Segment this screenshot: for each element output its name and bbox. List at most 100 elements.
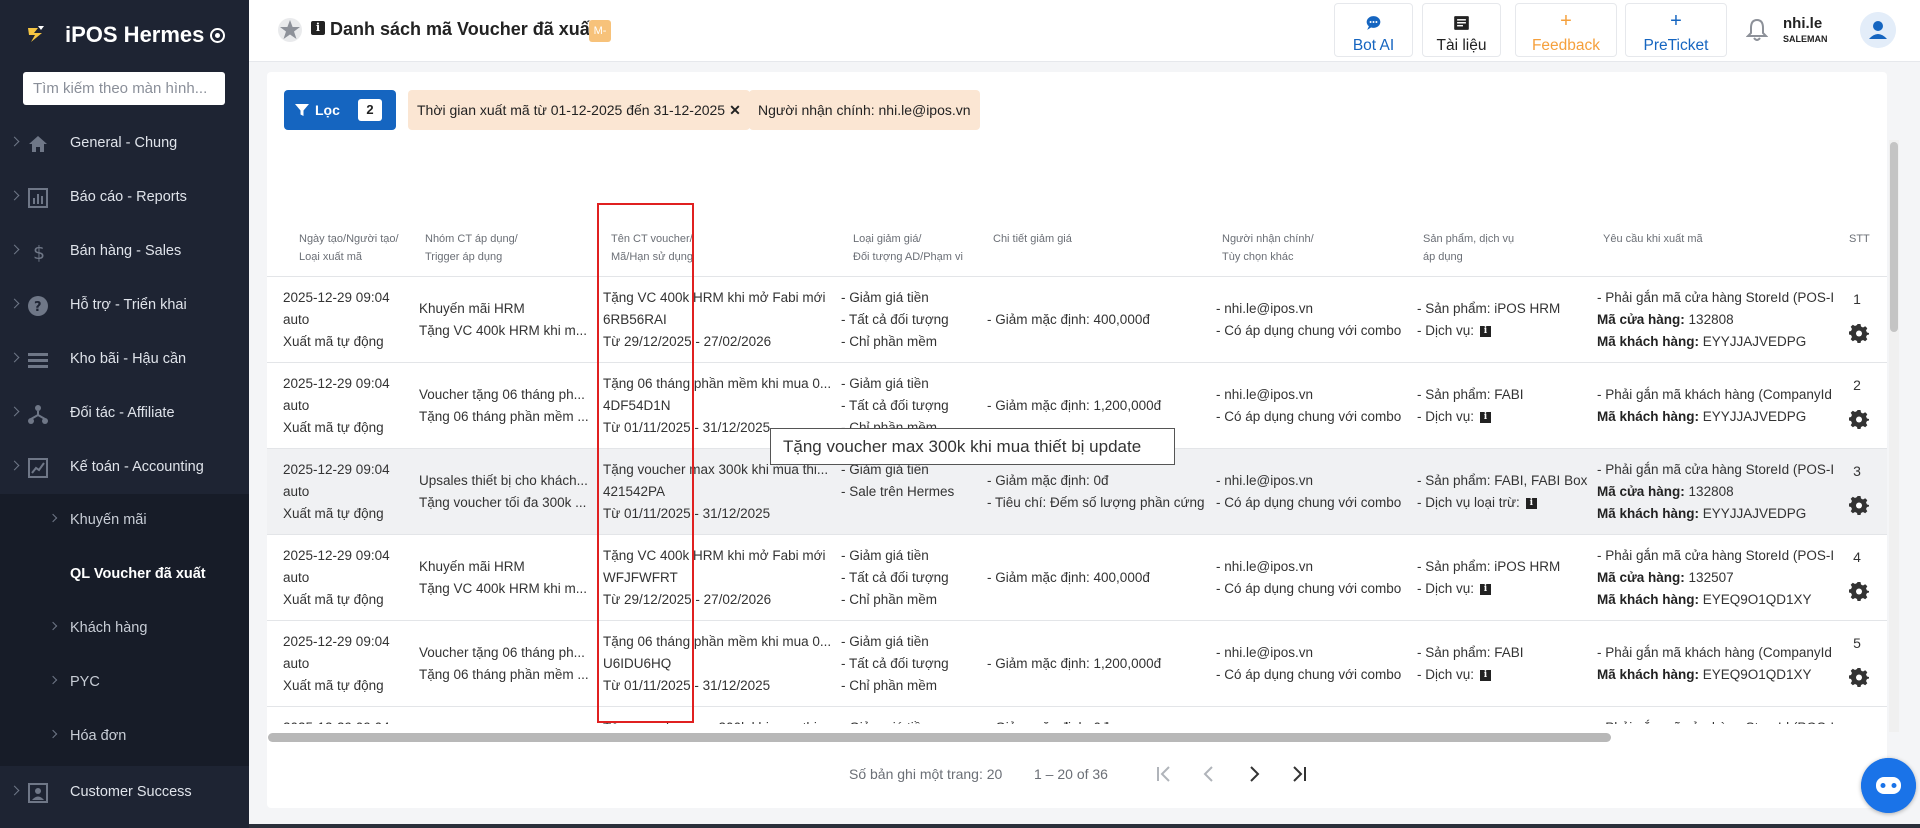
scrollbar-thumb[interactable] — [1890, 142, 1898, 332]
chevron-right-icon — [9, 190, 20, 201]
sidebar-subitem-customers[interactable]: Khách hàng — [0, 602, 249, 656]
cell-value: EYYJJAJVEDPG — [1699, 409, 1807, 424]
chevron-right-icon — [48, 675, 58, 685]
sidebar-subitem-pyc[interactable]: PYC — [0, 656, 249, 710]
table-row[interactable]: 2025-12-29 09:04autoXuất mã tự độngUpsal… — [267, 706, 1887, 724]
cell-value: - Phải gắn mã cửa hàng StoreId (POS-I — [1597, 548, 1835, 563]
sidebar-item-support[interactable]: ? Hỗ trợ - Triển khai — [0, 279, 249, 333]
cell-line: Tặng VC 400k HRM khi mở Fabi mới — [603, 290, 826, 305]
first-page-icon[interactable] — [1153, 763, 1175, 785]
vertical-scrollbar[interactable] — [1889, 140, 1899, 732]
table-cell: Voucher tặng 06 tháng ph... Tặng 06 tháng… — [419, 642, 594, 686]
target-icon[interactable] — [210, 28, 225, 43]
page-title: Danh sách mã Voucher đã xuất — [330, 19, 596, 39]
table-cell[interactable]: Tặng voucher max 300k khi mua thi... 4215… — [603, 459, 835, 525]
info-icon[interactable]: i — [1480, 325, 1492, 337]
gear-icon[interactable] — [1849, 409, 1869, 429]
table-cell: - Giảm giá tiền - Tất cả đối tượng - Chỉ p… — [841, 287, 981, 353]
book-icon — [1454, 16, 1469, 30]
cell-line: Mã khách hàng: EYEQ9O1QD1XY — [1597, 589, 1837, 611]
table-cell: - Giảm giá tiền - Tất cả đối tượng - Chỉ p… — [841, 631, 981, 697]
sidebar-item-customer-success[interactable]: Customer Success — [0, 766, 249, 820]
preticket-button[interactable]: + PreTicket — [1625, 3, 1727, 57]
sidebar-item-affiliate[interactable]: Đối tác - Affiliate — [0, 387, 249, 441]
chatbot-fab-icon[interactable] — [1861, 758, 1916, 813]
cell-line: Khuyến mãi HRM — [419, 301, 525, 316]
table-cell: - nhi.le@ipos.vn - Có áp dụng chung với c… — [1216, 298, 1411, 342]
horizontal-scrollbar[interactable] — [268, 732, 1888, 742]
table-cell[interactable]: Tặng VC 400k HRM khi mở Fabi mới 6RB56RAI… — [603, 287, 835, 353]
cell-line: Mã cửa hàng: 132808 — [1597, 309, 1837, 331]
gear-icon[interactable] — [1849, 581, 1869, 601]
info-icon[interactable]: i — [1480, 583, 1492, 595]
info-icon[interactable]: i — [311, 21, 325, 35]
sidebar-item-sales[interactable]: $ Bán hàng - Sales — [0, 225, 249, 279]
cell-label: Mã khách hàng: — [1597, 409, 1700, 424]
table-row[interactable]: 2025-12-29 09:04 auto Xuất mã tự động Vouch… — [267, 620, 1887, 706]
column-header: Nhóm CT áp dụng/ Trigger áp dụng — [425, 233, 518, 263]
cell-line: Xuất mã tự động — [283, 592, 384, 607]
table-cell[interactable]: Tặng voucher max 300k khi mua thi...TXJ7… — [603, 717, 835, 724]
user-name[interactable]: nhi.le — [1783, 15, 1822, 32]
cell-line: - Giảm giá tiền — [841, 717, 981, 724]
scrollbar-thumb[interactable] — [268, 733, 1611, 742]
cell-line: WFJFWFRT — [603, 570, 678, 585]
cell-line: auto — [283, 484, 310, 499]
info-icon[interactable]: i — [1480, 669, 1492, 681]
rows-per-page-label: Số bản ghi một trang: 20 — [849, 766, 1003, 782]
last-page-icon[interactable] — [1288, 763, 1310, 785]
svg-text:?: ? — [34, 300, 42, 315]
chat-bubble-icon — [1366, 16, 1381, 30]
brand[interactable]: iPOS Hermes — [0, 0, 249, 70]
gear-icon[interactable] — [1849, 323, 1869, 343]
row-index: 4 — [1853, 549, 1861, 565]
sidebar-item-accounting[interactable]: Kế toán - Accounting — [0, 441, 249, 495]
filter-chip-date[interactable]: Thời gian xuất mã từ 01-12-2025 đến 31-1… — [408, 90, 750, 130]
gear-icon[interactable] — [1849, 667, 1869, 687]
feedback-label: Feedback — [1531, 37, 1601, 54]
cell-line: - Có áp dụng chung với combo — [1216, 495, 1402, 510]
filter-button[interactable]: Lọc 2 — [284, 90, 396, 130]
filter-label: Lọc — [315, 102, 340, 118]
cell-value: - Phải gắn mã khách hàng (CompanyId — [1597, 645, 1832, 660]
filter-chip-recipient[interactable]: Người nhận chính: nhi.le@ipos.vn — [749, 90, 980, 130]
cell-line: - Sản phẩm: FABI — [1417, 387, 1524, 402]
cell-line: 2025-12-29 09:04 — [283, 548, 390, 563]
plus-icon: + — [1670, 10, 1682, 32]
table-cell[interactable]: Tặng 06 tháng phần mềm khi mua 0... U6IDU… — [603, 631, 835, 697]
table-cell: - Giảm giá tiền - Tất cả đối tượng - Chỉ p… — [841, 545, 981, 611]
sidebar-subitem-invoices[interactable]: Hóa đơn — [0, 710, 249, 764]
gear-icon[interactable] — [1849, 495, 1869, 515]
table-row[interactable]: 2025-12-29 09:04 auto Xuất mã tự động Khuyế… — [267, 534, 1887, 620]
docs-button[interactable]: Tài liệu — [1422, 3, 1501, 57]
feedback-button[interactable]: + Feedback — [1515, 3, 1617, 57]
sidebar-subitem-voucher-issued[interactable]: QL Voucher đã xuất — [0, 548, 249, 602]
cell-value: 132507 — [1684, 570, 1734, 585]
cell-line: U6IDU6HQ — [603, 656, 672, 671]
prev-page-icon[interactable] — [1198, 763, 1220, 785]
sidebar-search-input[interactable] — [23, 72, 225, 105]
bot-ai-button[interactable]: Bot AI — [1334, 3, 1413, 57]
info-icon[interactable]: i — [1480, 411, 1492, 423]
sidebar-item-general[interactable]: General - Chung — [0, 117, 249, 171]
sidebar-subitem-label: Khách hàng — [70, 620, 148, 636]
avatar-icon[interactable] — [1860, 12, 1896, 48]
table-cell[interactable]: Tặng VC 400k HRM khi mở Fabi mới WFJFWFRT… — [603, 545, 835, 611]
table-cell: - nhi.le@ipos.vn - Có áp dụng chung với c… — [1216, 556, 1411, 600]
cell-line: - Giảm mặc định: 400,000đ — [987, 312, 1150, 327]
cell-line: Từ 01/11/2025 - 31/12/2025 — [603, 506, 771, 521]
chevron-right-icon — [9, 406, 20, 417]
cell-line: Mã cửa hàng: 132507 — [1597, 567, 1837, 589]
cell-line: - nhi.le@ipos.vn — [1216, 645, 1313, 660]
sidebar-item-reports[interactable]: Báo cáo - Reports — [0, 171, 249, 225]
close-icon[interactable]: ✕ — [729, 102, 741, 118]
sidebar-subitem-label: Hóa đơn — [70, 728, 127, 744]
table-row[interactable]: 2025-12-29 09:04 auto Xuất mã tự động Khuyế… — [267, 276, 1887, 362]
next-page-icon[interactable] — [1243, 763, 1265, 785]
sidebar-item-warehouse[interactable]: Kho bãi - Hậu cần — [0, 333, 249, 387]
filter-chip-label: Thời gian xuất mã từ 01-12-2025 đến 31-1… — [417, 102, 726, 118]
bell-icon[interactable] — [1746, 18, 1768, 42]
cell-line: - Có áp dụng chung với combo — [1216, 667, 1402, 682]
sidebar-subitem-promotions[interactable]: Khuyến mãi — [0, 494, 249, 548]
info-icon[interactable]: i — [1525, 497, 1537, 509]
